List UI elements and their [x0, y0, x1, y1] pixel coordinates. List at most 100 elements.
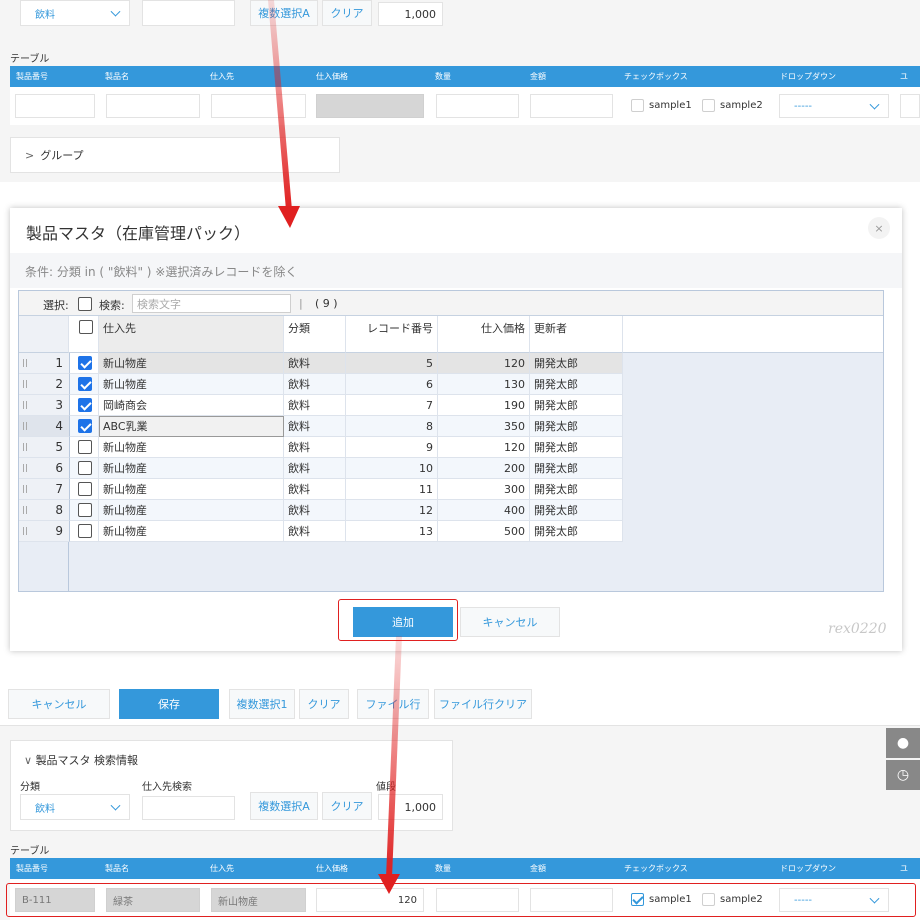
filled-amount[interactable]	[530, 888, 613, 912]
user-input[interactable]	[900, 94, 920, 118]
cell-record-no[interactable]: 12	[346, 500, 438, 521]
filled-sample2-checkbox[interactable]	[702, 893, 715, 906]
row-checkbox[interactable]	[78, 524, 92, 538]
cell-price[interactable]: 120	[438, 353, 530, 374]
comment-icon[interactable]: ●	[886, 728, 920, 758]
row-checkbox[interactable]	[78, 482, 92, 496]
quantity-input[interactable]	[436, 94, 519, 118]
row-number[interactable]: 1	[19, 353, 69, 374]
drag-handle-icon[interactable]	[23, 380, 27, 388]
cell-supplier[interactable]: ABC乳業	[99, 416, 284, 437]
cell-category[interactable]: 飲料	[284, 374, 346, 395]
toolbar-clear-button[interactable]: クリア	[299, 689, 349, 719]
row-number[interactable]: 7	[19, 479, 69, 500]
cell-category[interactable]: 飲料	[284, 500, 346, 521]
row-checkbox[interactable]	[78, 440, 92, 454]
filled-quantity[interactable]	[436, 888, 519, 912]
cell-updater[interactable]: 開発太郎	[530, 353, 623, 374]
cell-updater[interactable]: 開発太郎	[530, 521, 623, 542]
drag-handle-icon[interactable]	[23, 422, 27, 430]
clear-button[interactable]: クリア	[322, 0, 372, 26]
cell-price[interactable]: 350	[438, 416, 530, 437]
header-record-no[interactable]: レコード番号	[346, 316, 438, 353]
row-number[interactable]: 4	[19, 416, 69, 437]
filled-sample1-checkbox[interactable]	[631, 893, 644, 906]
drag-handle-icon[interactable]	[23, 359, 27, 367]
filled-dropdown[interactable]: -----	[779, 888, 889, 912]
row-checkbox[interactable]	[78, 461, 92, 475]
filled-price[interactable]: 120	[316, 888, 424, 912]
history-icon[interactable]: ◷	[886, 760, 920, 790]
file-row-clear-button[interactable]: ファイル行クリア	[434, 689, 532, 719]
group-toggle[interactable]: > グループ	[10, 137, 340, 173]
cell-record-no[interactable]: 5	[346, 353, 438, 374]
search-input[interactable]: 検索文字	[132, 294, 291, 313]
select-all-checkbox[interactable]	[79, 320, 93, 334]
row-checkbox[interactable]	[78, 398, 92, 412]
bottom-category-select[interactable]: 飲料	[20, 794, 130, 820]
product-no-input[interactable]	[15, 94, 95, 118]
drag-handle-icon[interactable]	[23, 401, 27, 409]
cell-record-no[interactable]: 7	[346, 395, 438, 416]
row-number[interactable]: 8	[19, 500, 69, 521]
bottom-amount-input[interactable]: 1,000	[378, 794, 443, 820]
header-category[interactable]: 分類	[284, 316, 346, 353]
header-price[interactable]: 仕入価格	[438, 316, 530, 353]
cancel-button[interactable]: キャンセル	[460, 607, 560, 637]
cell-supplier[interactable]: 岡崎商会	[99, 395, 284, 416]
supplier-input[interactable]	[211, 94, 306, 118]
row-number[interactable]: 5	[19, 437, 69, 458]
cell-supplier[interactable]: 新山物産	[99, 437, 284, 458]
row-number[interactable]: 9	[19, 521, 69, 542]
product-name-input[interactable]	[106, 94, 200, 118]
cell-price[interactable]: 500	[438, 521, 530, 542]
cell-price[interactable]: 400	[438, 500, 530, 521]
cell-category[interactable]: 飲料	[284, 479, 346, 500]
cell-record-no[interactable]: 9	[346, 437, 438, 458]
cell-updater[interactable]: 開発太郎	[530, 479, 623, 500]
cell-supplier[interactable]: 新山物産	[99, 458, 284, 479]
cell-category[interactable]: 飲料	[284, 458, 346, 479]
bottom-supplier-search-input[interactable]	[142, 796, 235, 820]
row-checkbox[interactable]	[78, 356, 92, 370]
cell-updater[interactable]: 開発太郎	[530, 437, 623, 458]
cell-supplier[interactable]: 新山物産	[99, 521, 284, 542]
row-number[interactable]: 6	[19, 458, 69, 479]
cell-price[interactable]: 190	[438, 395, 530, 416]
drag-handle-icon[interactable]	[23, 443, 27, 451]
row-number[interactable]: 3	[19, 395, 69, 416]
cell-supplier[interactable]: 新山物産	[99, 353, 284, 374]
drag-handle-icon[interactable]	[23, 506, 27, 514]
drag-handle-icon[interactable]	[23, 485, 27, 493]
amount-input[interactable]: 1,000	[378, 2, 443, 26]
cell-category[interactable]: 飲料	[284, 353, 346, 374]
cell-price[interactable]: 200	[438, 458, 530, 479]
add-button[interactable]: 追加	[353, 607, 453, 637]
sample1-checkbox[interactable]	[631, 99, 644, 112]
cell-record-no[interactable]: 10	[346, 458, 438, 479]
row-checkbox[interactable]	[78, 419, 92, 433]
drag-handle-icon[interactable]	[23, 527, 27, 535]
header-updater[interactable]: 更新者	[530, 316, 623, 353]
select-all-toolbar-checkbox[interactable]	[78, 297, 92, 311]
cell-updater[interactable]: 開発太郎	[530, 416, 623, 437]
bottom-multi-select-a-button[interactable]: 複数選択A	[250, 792, 318, 820]
category-select[interactable]: 飲料	[20, 0, 130, 26]
dropdown-select[interactable]: -----	[779, 94, 889, 118]
cell-updater[interactable]: 開発太郎	[530, 395, 623, 416]
cell-category[interactable]: 飲料	[284, 521, 346, 542]
cell-price[interactable]: 300	[438, 479, 530, 500]
cell-record-no[interactable]: 11	[346, 479, 438, 500]
cell-updater[interactable]: 開発太郎	[530, 458, 623, 479]
cell-updater[interactable]: 開発太郎	[530, 374, 623, 395]
cell-updater[interactable]: 開発太郎	[530, 500, 623, 521]
cell-supplier[interactable]: 新山物産	[99, 500, 284, 521]
close-icon[interactable]: ×	[868, 217, 890, 239]
cell-record-no[interactable]: 6	[346, 374, 438, 395]
cell-supplier[interactable]: 新山物産	[99, 479, 284, 500]
cell-price[interactable]: 130	[438, 374, 530, 395]
cell-price[interactable]: 120	[438, 437, 530, 458]
amount-cell-input[interactable]	[530, 94, 613, 118]
row-checkbox[interactable]	[78, 503, 92, 517]
row-checkbox[interactable]	[78, 377, 92, 391]
